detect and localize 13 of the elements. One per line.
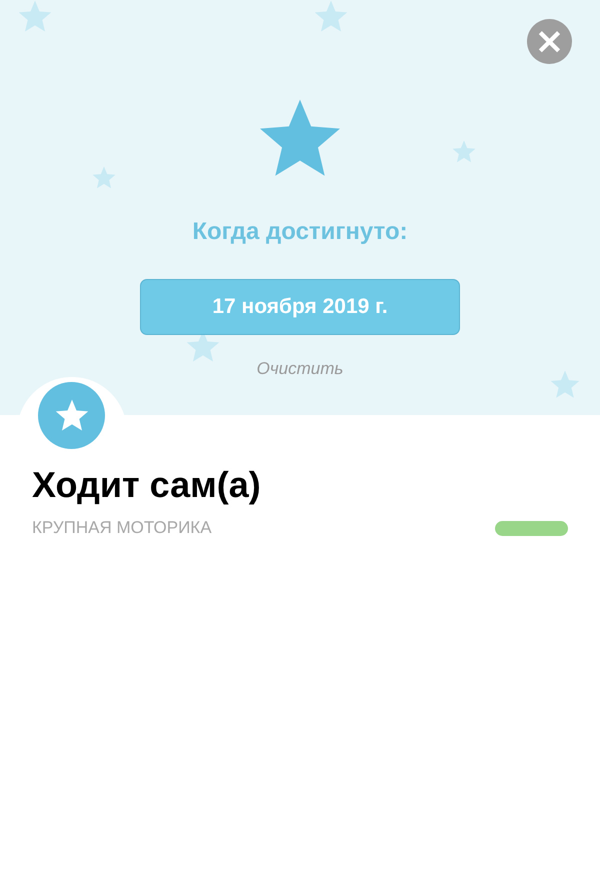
star-icon xyxy=(18,0,52,32)
date-button[interactable]: 17 ноября 2019 г. xyxy=(140,278,460,335)
star-icon xyxy=(550,370,580,398)
star-icon xyxy=(54,399,88,432)
close-button[interactable]: × xyxy=(527,19,572,64)
milestone-title: Ходит сам(а) xyxy=(32,464,262,506)
star-icon xyxy=(452,140,476,163)
category-label: КРУПНАЯ МОТОРИКА xyxy=(32,518,212,538)
star-icon xyxy=(258,98,342,178)
clear-link[interactable]: Очистить xyxy=(256,358,344,379)
section-title: Когда достигнуто: xyxy=(192,218,408,246)
star-icon xyxy=(92,166,116,189)
star-icon xyxy=(314,0,348,32)
